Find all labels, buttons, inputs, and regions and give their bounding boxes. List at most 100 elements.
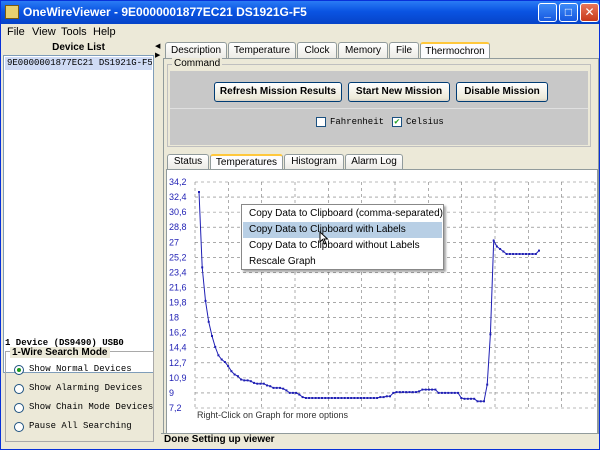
data-point <box>207 320 210 323</box>
tab-description[interactable]: Description <box>165 42 227 58</box>
radio-label: Show Chain Mode Devices <box>29 402 154 412</box>
data-point <box>230 370 233 373</box>
data-point <box>211 335 213 337</box>
y-tick-label: 32,4 <box>169 192 187 202</box>
data-point <box>508 253 511 255</box>
tab-file[interactable]: File <box>389 42 419 58</box>
collapse-left-icon[interactable]: ◀ <box>155 42 160 50</box>
radio-label: Show Alarming Devices <box>29 383 143 393</box>
data-point <box>214 345 217 348</box>
data-point <box>515 253 518 255</box>
data-point <box>243 379 246 382</box>
minimize-button[interactable]: _ <box>538 3 557 22</box>
data-point <box>233 373 236 376</box>
data-point <box>253 381 255 384</box>
menu-tools[interactable]: Tools <box>61 26 87 38</box>
data-point <box>347 397 349 399</box>
data-point <box>440 391 443 394</box>
tab-clock[interactable]: Clock <box>297 42 337 58</box>
tab-status[interactable]: Status <box>167 154 209 169</box>
menu-copy-without-labels[interactable]: Copy Data to Clipboard without Labels <box>243 238 442 254</box>
data-point <box>201 266 204 269</box>
data-point <box>389 395 391 398</box>
menu-view[interactable]: View <box>32 26 56 38</box>
data-point <box>356 397 359 399</box>
data-point <box>227 365 230 368</box>
data-point <box>285 389 288 392</box>
data-point <box>337 397 340 399</box>
y-tick-label: 25,2 <box>169 252 187 262</box>
data-point <box>266 384 268 387</box>
data-point <box>398 391 401 394</box>
data-point <box>369 397 372 399</box>
device-list[interactable]: 9E0000001877EC21 DS1921G-F5 <box>3 55 154 373</box>
expand-right-icon[interactable]: ▶ <box>155 51 160 59</box>
radio-indicator[interactable] <box>14 422 24 432</box>
disable-mission-button[interactable]: Disable Mission <box>456 82 548 102</box>
data-point <box>431 388 434 391</box>
menu-help[interactable]: Help <box>93 26 116 38</box>
y-tick-label: 21,6 <box>169 282 187 292</box>
data-point <box>402 391 404 394</box>
data-point <box>359 397 362 399</box>
data-point <box>353 397 356 399</box>
tab-temperatures[interactable]: Temperatures <box>210 154 283 169</box>
radio-indicator[interactable] <box>14 384 24 394</box>
y-tick-label: 19,8 <box>169 298 187 308</box>
checkbox-box[interactable] <box>316 117 326 127</box>
data-point <box>314 397 317 399</box>
app-icon <box>5 5 19 19</box>
data-point <box>531 253 534 255</box>
data-point <box>486 383 489 386</box>
y-tick-label: 23,4 <box>169 267 187 277</box>
maximize-button[interactable]: □ <box>559 3 578 22</box>
split-pane-divider[interactable]: ◀ ▶ <box>154 42 161 442</box>
data-point <box>324 397 327 399</box>
checkmark-icon[interactable]: ✔ <box>392 117 402 127</box>
data-point <box>460 397 463 399</box>
data-point <box>256 382 259 385</box>
data-point <box>473 397 476 400</box>
data-point <box>236 375 239 378</box>
data-point <box>512 253 515 255</box>
data-point <box>476 400 479 403</box>
data-point <box>246 379 249 382</box>
y-tick-label: 12,7 <box>169 358 187 368</box>
data-point <box>495 245 498 248</box>
data-point <box>385 395 388 398</box>
y-tick-label: 30,6 <box>169 207 187 217</box>
title-bar[interactable]: OneWireViewer - 9E0000001877EC21 DS1921G… <box>1 1 599 24</box>
menu-copy-comma-separated[interactable]: Copy Data to Clipboard (comma-separated) <box>243 206 443 222</box>
search-mode-group: 1-Wire Search Mode Show Normal Devices S… <box>5 347 154 442</box>
y-tick-label: 34,2 <box>169 177 187 187</box>
close-button[interactable]: ✕ <box>580 3 599 22</box>
y-tick-label: 14,4 <box>169 343 187 353</box>
menu-copy-with-labels[interactable]: Copy Data to Clipboard with Labels <box>243 222 442 238</box>
refresh-mission-results-button[interactable]: Refresh Mission Results <box>214 82 342 102</box>
data-point <box>223 361 226 363</box>
menu-file[interactable]: File <box>7 26 25 38</box>
data-point <box>288 391 291 394</box>
data-point <box>340 397 343 399</box>
tab-memory[interactable]: Memory <box>338 42 388 58</box>
radio-indicator[interactable] <box>14 365 24 375</box>
left-panel: Device List 9E0000001877EC21 DS1921G-F5 … <box>3 42 154 442</box>
graph-hint: Right-Click on Graph for more options <box>197 410 349 420</box>
search-mode-title: 1-Wire Search Mode <box>10 347 110 358</box>
data-point <box>453 391 456 394</box>
data-point <box>415 391 417 394</box>
radio-indicator[interactable] <box>14 403 24 413</box>
tab-thermochron[interactable]: Thermochron <box>420 42 490 58</box>
data-point <box>240 378 243 381</box>
start-new-mission-button[interactable]: Start New Mission <box>348 82 450 102</box>
menu-rescale-graph[interactable]: Rescale Graph <box>243 254 442 270</box>
tab-histogram[interactable]: Histogram <box>284 154 344 169</box>
tab-temperature[interactable]: Temperature <box>228 42 296 58</box>
data-point <box>282 387 285 390</box>
data-point <box>317 397 320 399</box>
tab-alarm-log[interactable]: Alarm Log <box>345 154 403 169</box>
command-area: Refresh Mission Results Start New Missio… <box>170 71 588 145</box>
data-point <box>450 391 453 394</box>
data-point <box>528 253 531 255</box>
device-list-item[interactable]: 9E0000001877EC21 DS1921G-F5 <box>5 57 152 70</box>
